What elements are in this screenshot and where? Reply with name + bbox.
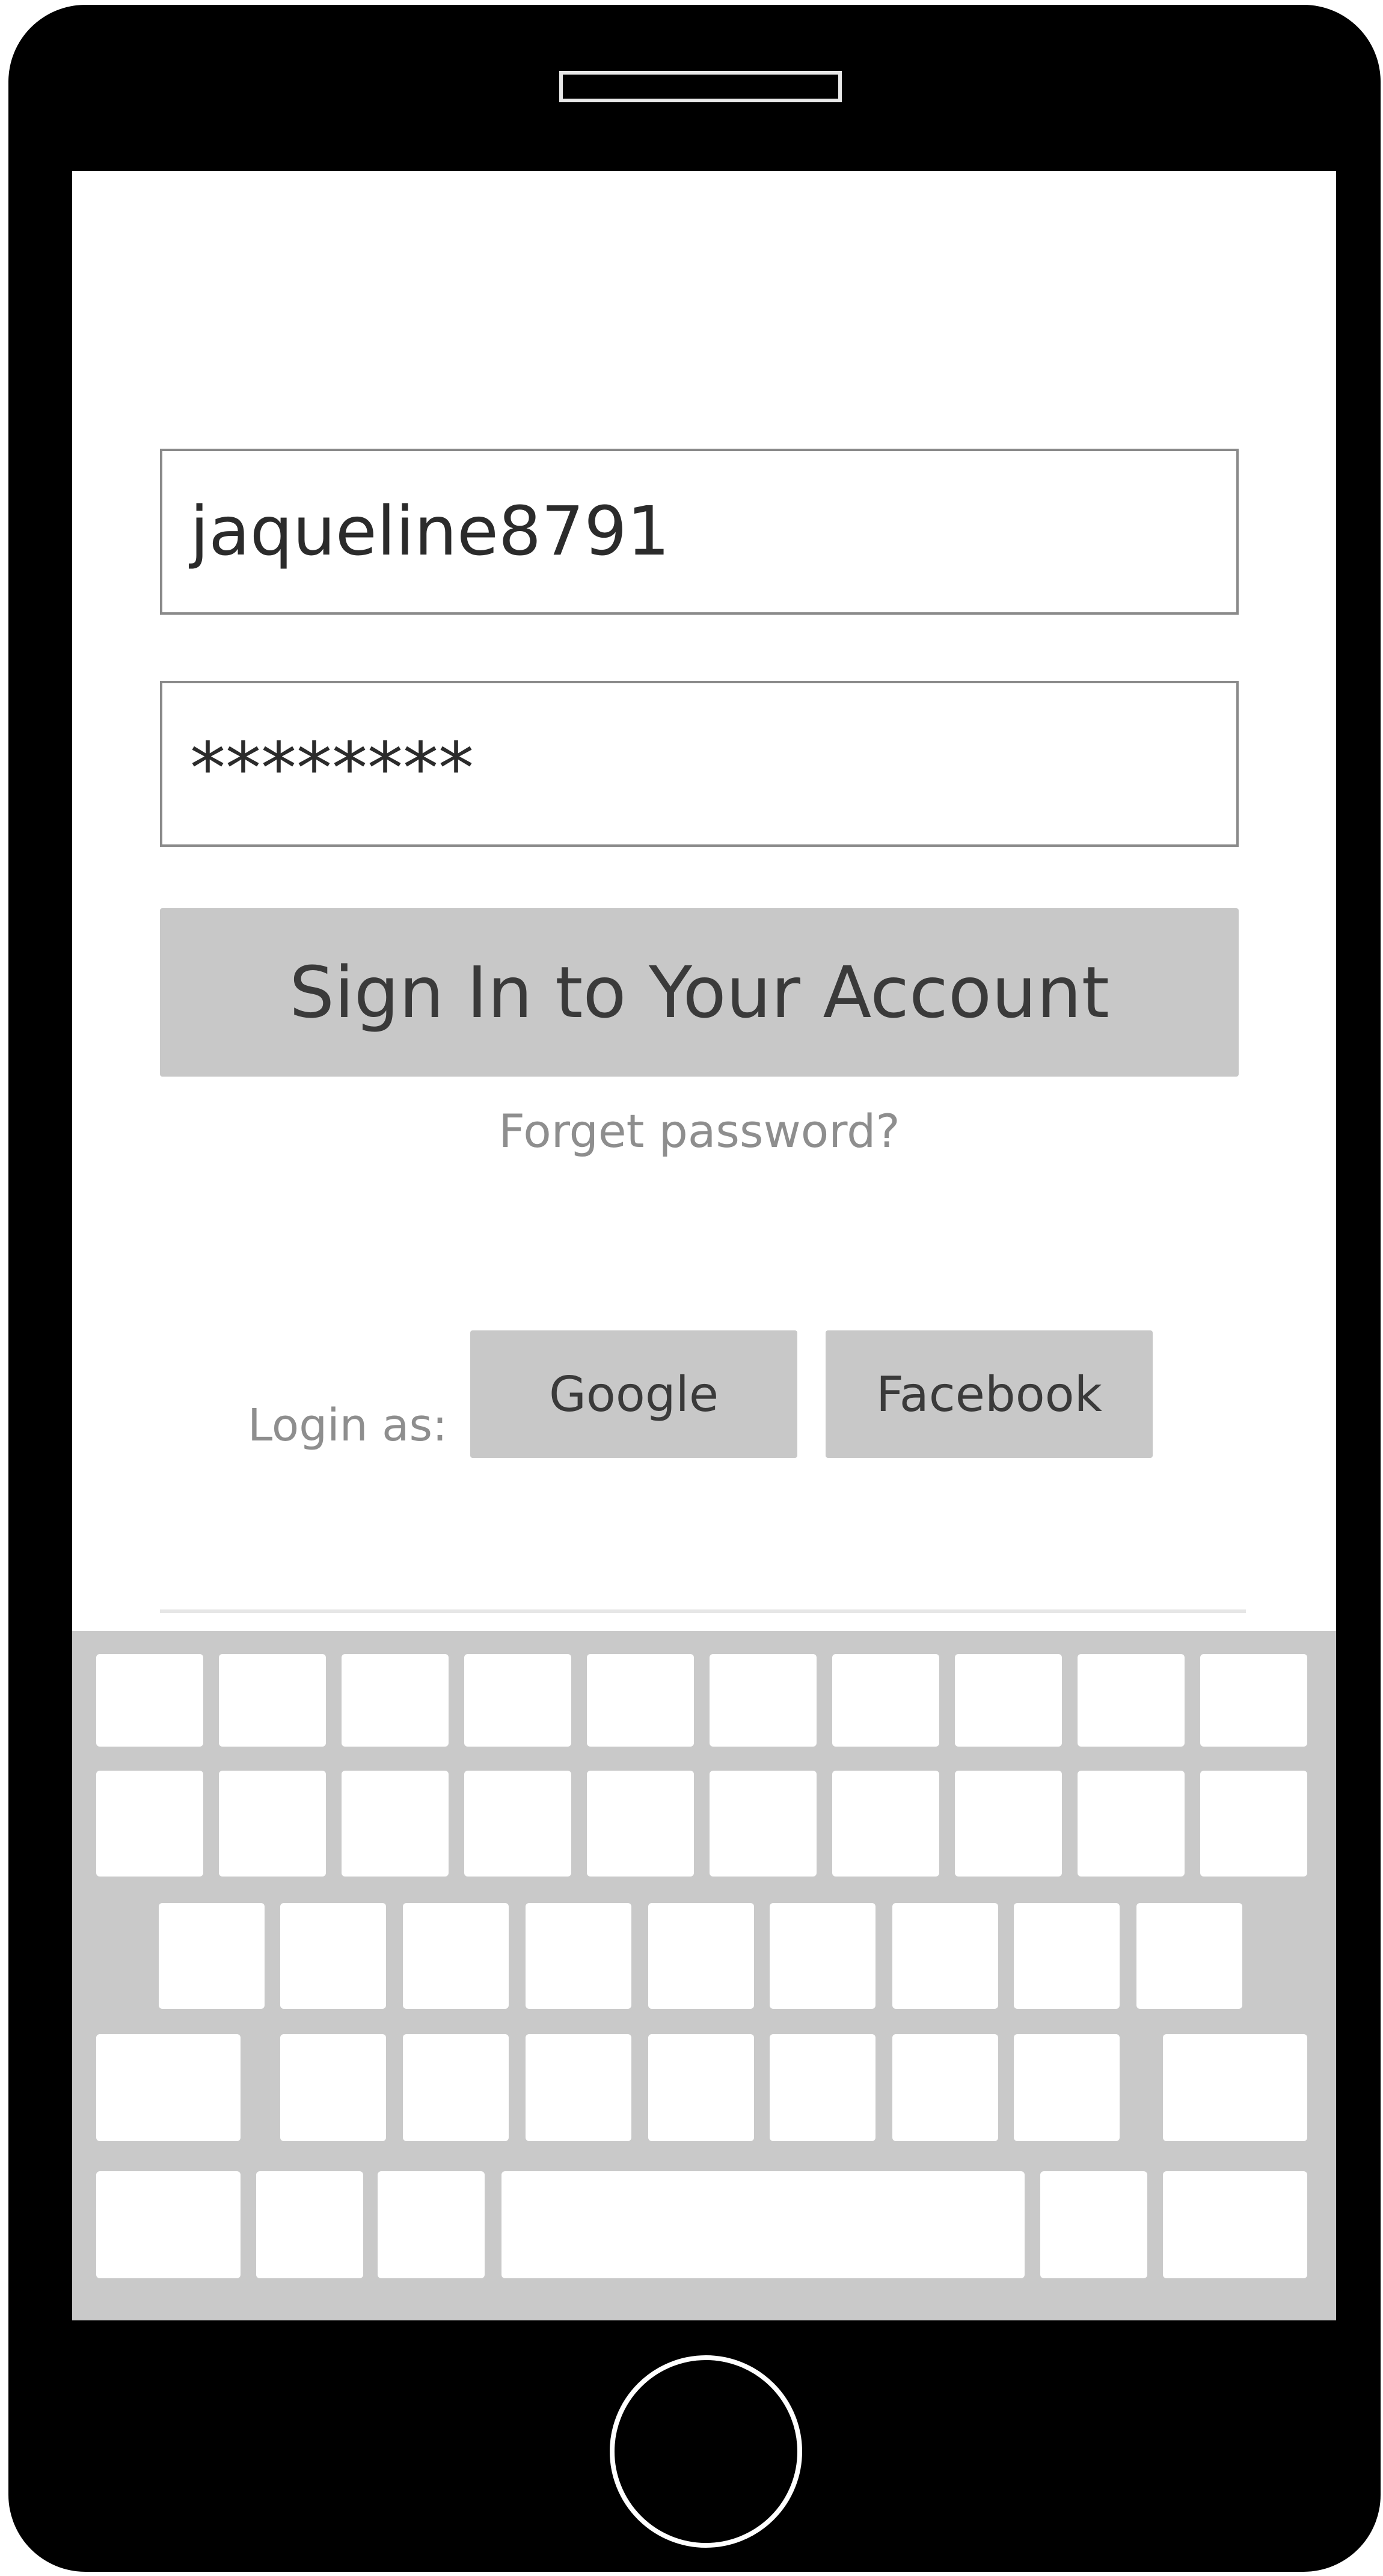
space-key[interactable] [501,2171,1025,2278]
keyboard-key[interactable] [403,2034,509,2141]
home-button-icon[interactable] [610,2355,802,2548]
keyboard-key[interactable] [892,1903,998,2009]
speaker-slot-icon [559,71,842,102]
sign-in-button[interactable]: Sign In to Your Account [160,908,1239,1077]
numbers-key[interactable] [96,2171,241,2278]
facebook-login-button[interactable]: Facebook [826,1330,1153,1458]
password-input[interactable]: ******** [160,681,1239,847]
keyboard-key[interactable] [648,1903,754,2009]
keyboard-key[interactable] [955,1654,1062,1747]
keyboard-key[interactable] [648,2034,754,2141]
keyboard-key[interactable] [96,1654,203,1747]
keyboard-key[interactable] [219,1771,326,1877]
on-screen-keyboard [72,1631,1336,2320]
keyboard-key[interactable] [1200,1654,1307,1747]
keyboard-divider [160,1609,1246,1613]
google-login-label: Google [548,1366,719,1422]
keyboard-key[interactable] [1078,1654,1185,1747]
keyboard-key[interactable] [378,2171,485,2278]
keyboard-key[interactable] [770,2034,875,2141]
backspace-key[interactable] [1163,2034,1307,2141]
keyboard-key[interactable] [464,1654,571,1747]
keyboard-key[interactable] [219,1654,326,1747]
password-value: ******** [190,727,474,810]
keyboard-key[interactable] [892,2034,998,2141]
keyboard-key[interactable] [1014,1903,1120,2009]
keyboard-key[interactable] [159,1903,265,2009]
keyboard-key[interactable] [526,1903,631,2009]
keyboard-key[interactable] [526,2034,631,2141]
keyboard-key[interactable] [1136,1903,1242,2009]
shift-key[interactable] [96,2034,241,2141]
keyboard-key[interactable] [832,1654,939,1747]
keyboard-key[interactable] [770,1903,875,2009]
keyboard-key[interactable] [955,1771,1062,1877]
keyboard-key[interactable] [403,1903,509,2009]
keyboard-key[interactable] [342,1654,449,1747]
keyboard-key[interactable] [1200,1771,1307,1877]
facebook-login-label: Facebook [876,1366,1102,1422]
username-input[interactable]: jaqueline8791 [160,449,1239,615]
keyboard-key[interactable] [1078,1771,1185,1877]
keyboard-key[interactable] [710,1654,817,1747]
sign-in-button-label: Sign In to Your Account [289,951,1109,1034]
return-key[interactable] [1163,2171,1307,2278]
phone-screen: jaqueline8791 ******** Sign In to Your A… [72,171,1336,2320]
keyboard-key[interactable] [832,1771,939,1877]
keyboard-key[interactable] [342,1771,449,1877]
username-value: jaqueline8791 [190,493,670,571]
keyboard-key[interactable] [280,2034,386,2141]
keyboard-key[interactable] [1014,2034,1120,2141]
keyboard-key[interactable] [464,1771,571,1877]
keyboard-key[interactable] [256,2171,363,2278]
keyboard-key[interactable] [1040,2171,1147,2278]
phone-frame: jaqueline8791 ******** Sign In to Your A… [8,5,1381,2572]
keyboard-key[interactable] [587,1654,694,1747]
keyboard-key[interactable] [710,1771,817,1877]
keyboard-key[interactable] [96,1771,203,1877]
keyboard-key[interactable] [587,1771,694,1877]
forget-password-label: Forget password? [498,1104,900,1158]
google-login-button[interactable]: Google [470,1330,797,1458]
forget-password-link[interactable]: Forget password? [160,1101,1239,1161]
keyboard-key[interactable] [280,1903,386,2009]
